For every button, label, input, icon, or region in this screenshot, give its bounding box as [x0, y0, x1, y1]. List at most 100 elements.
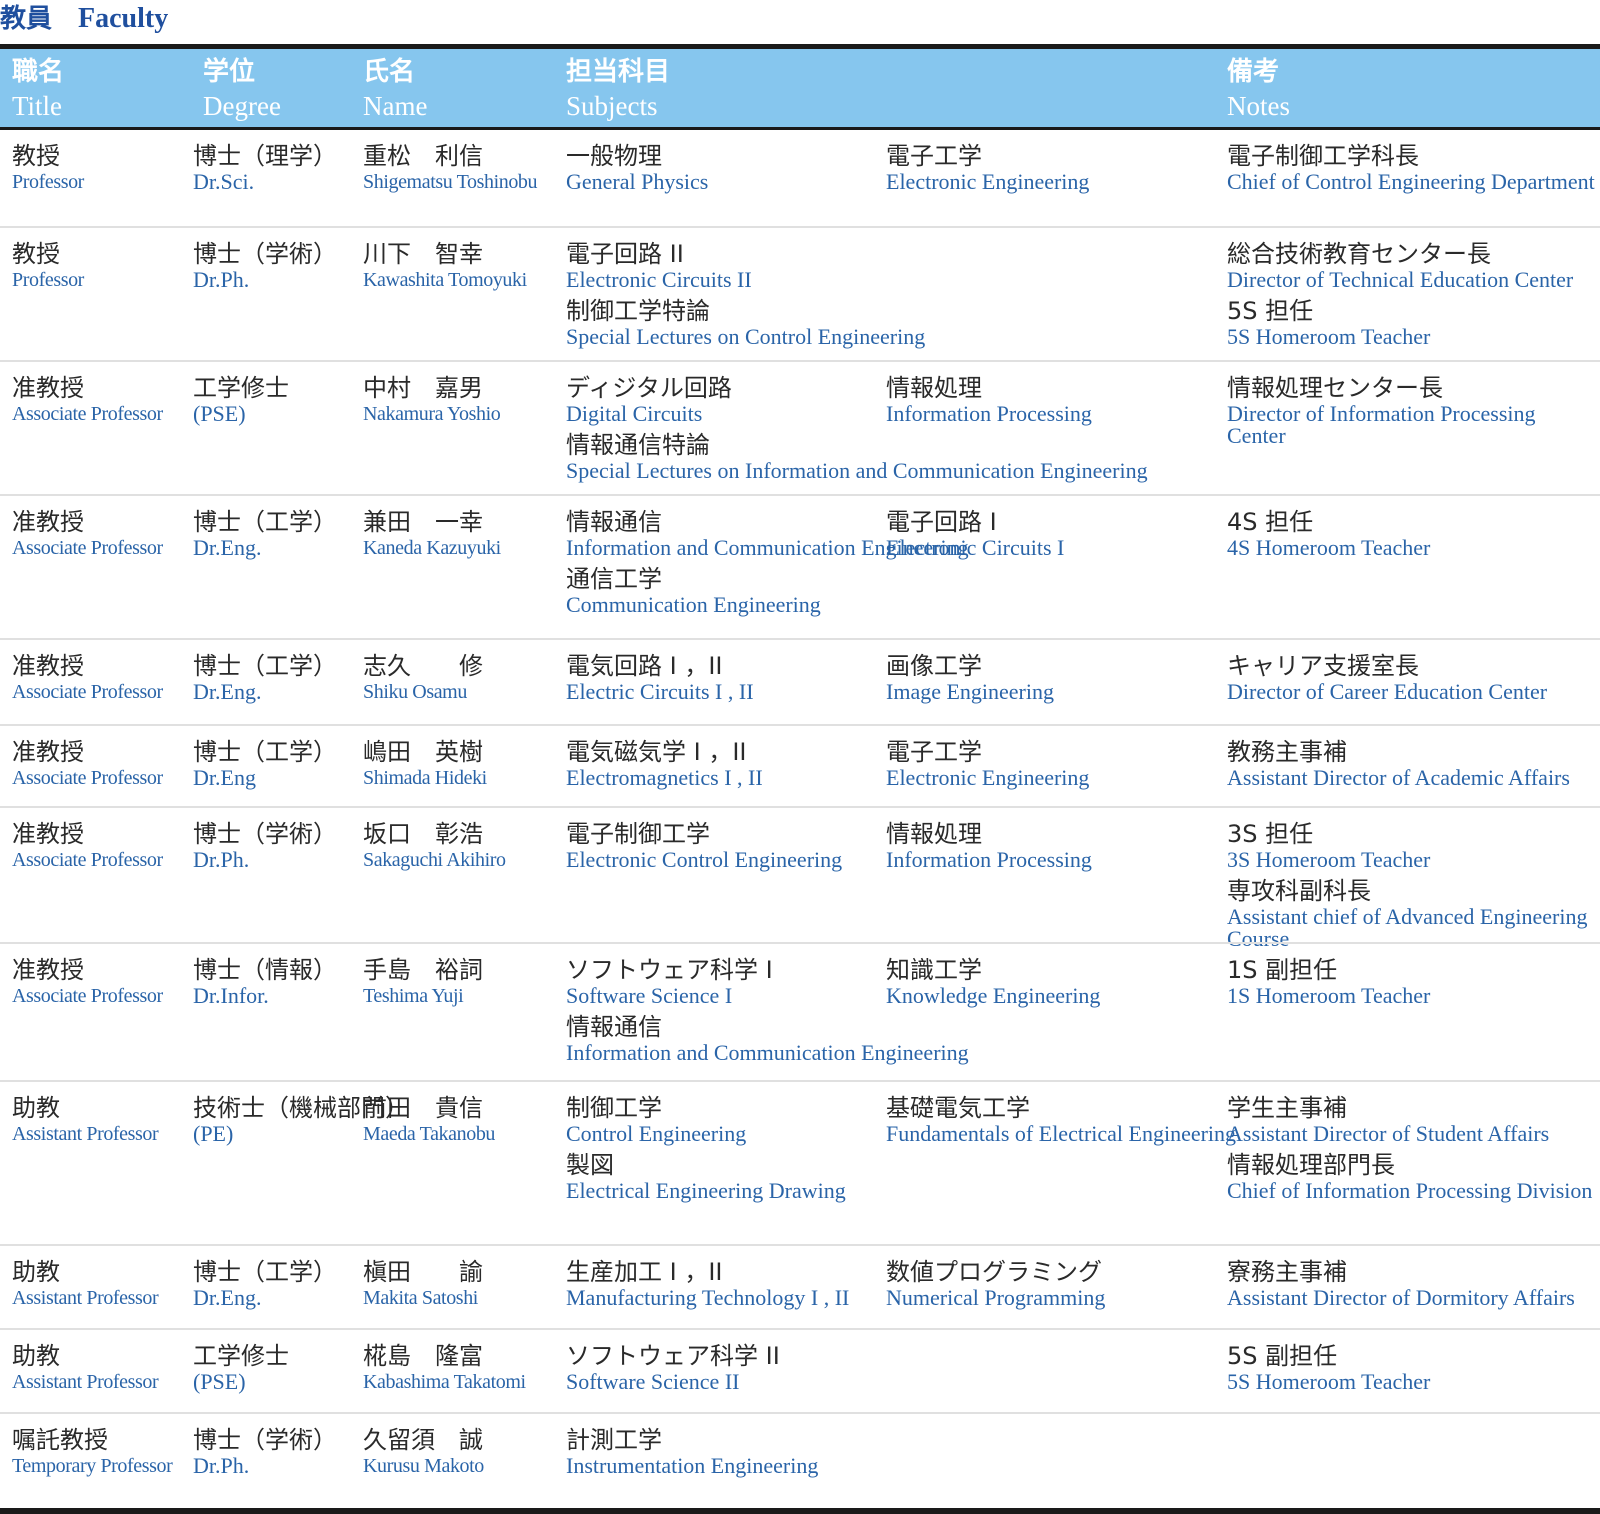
title-cell: 准教授 Associate Professor	[12, 738, 163, 795]
label-en: Electronic Engineering	[886, 765, 1090, 790]
label-en: Maeda Takanobu	[363, 1123, 496, 1145]
name-cell: 椛島 隆富 Kabashima Takatomi	[363, 1342, 526, 1399]
table-row: 准教授 Associate Professor 工学修士 (PSE) 中村 嘉男 Naka…	[0, 362, 1600, 496]
text-pair: 准教授 Associate Professor	[12, 738, 163, 789]
label-en: Director of Technical Education Center	[1227, 267, 1574, 292]
subjects-cell-right: 数値プログラミング Numerical Programming	[886, 1258, 1105, 1315]
header-jp: 備考	[1227, 57, 1280, 87]
label-jp: 准教授	[12, 374, 84, 402]
text-pair: 槇田 諭 Makita Satoshi	[363, 1258, 483, 1309]
label-jp: 教務主事補	[1227, 738, 1347, 766]
label-en: Associate Professor	[12, 767, 163, 789]
label-en: Assistant Director of Student Affairs	[1227, 1121, 1550, 1146]
text-pair: 川下 智幸 Kawashita Tomoyuki	[363, 240, 527, 291]
name-cell: 重松 利信 Shigematsu Toshinobu	[363, 142, 538, 199]
text-pair: 情報処理 Information Processing	[886, 374, 1092, 425]
name-cell: 中村 嘉男 Nakamura Yoshio	[363, 374, 501, 431]
text-pair: 通信工学 Communication Engineering	[566, 565, 969, 616]
text-pair: 博士（学術） Dr.Ph.	[193, 1426, 337, 1477]
text-pair: 知識工学 Knowledge Engineering	[886, 956, 1100, 1007]
label-en: Sakaguchi Akihiro	[363, 849, 506, 871]
header-en: Title	[12, 91, 63, 121]
text-pair: 製図 Electrical Engineering Drawing	[566, 1151, 846, 1202]
label-en: Teshima Yuji	[363, 985, 464, 1007]
text-pair: 中村 嘉男 Nakamura Yoshio	[363, 374, 501, 425]
degree-cell: 博士（学術） Dr.Ph.	[193, 820, 337, 877]
text-pair: 助教 Assistant Professor	[12, 1094, 159, 1145]
text-pair: 准教授 Associate Professor	[12, 820, 163, 871]
text-pair: 情報通信 Information and Communication Engine…	[566, 1013, 969, 1064]
label-en: Control Engineering	[566, 1121, 747, 1146]
degree-cell: 博士（工学） Dr.Eng	[193, 738, 337, 795]
notes-cell: 寮務主事補 Assistant Director of Dormitory Aff…	[1227, 1258, 1597, 1315]
label-jp: 電子工学	[886, 142, 982, 170]
title-cell: 助教 Assistant Professor	[12, 1342, 159, 1399]
text-pair: 前田 貴信 Maeda Takanobu	[363, 1094, 495, 1145]
table-row: 准教授 Associate Professor 博士（学術） Dr.Ph. 坂口 彰浩 S…	[0, 808, 1600, 950]
label-en: Fundamentals of Electrical Engineering	[886, 1121, 1237, 1146]
label-en: General Physics	[566, 169, 709, 194]
text-pair: 博士（工学） Dr.Eng	[193, 738, 337, 789]
text-pair: 情報処理部門長 Chief of Information Processing D…	[1227, 1151, 1597, 1202]
degree-cell: 博士（工学） Dr.Eng.	[193, 508, 337, 565]
notes-cell: 1S 副担任 1S Homeroom Teacher	[1227, 956, 1597, 1013]
header-name: 氏名 Name	[363, 55, 427, 123]
label-en: Electronic Circuits II	[566, 267, 752, 292]
text-pair: 助教 Assistant Professor	[12, 1258, 159, 1309]
text-pair: 4S 担任 4S Homeroom Teacher	[1227, 508, 1597, 559]
text-pair: 重松 利信 Shigematsu Toshinobu	[363, 142, 538, 193]
label-jp: ソフトウェア科学 II	[566, 1342, 780, 1370]
text-pair: 基礎電気工学 Fundamentals of Electrical Enginee…	[886, 1094, 1236, 1145]
label-en: Dr.Eng.	[193, 679, 262, 704]
label-jp: 槇田 諭	[363, 1258, 483, 1286]
label-jp: 制御工学特論	[566, 297, 710, 325]
label-jp: 生産加工 I ，II	[566, 1258, 723, 1286]
label-en: Software Science II	[566, 1369, 740, 1394]
label-jp: 基礎電気工学	[886, 1094, 1030, 1122]
label-en: Kaneda Kazuyuki	[363, 537, 501, 559]
label-en: Electrical Engineering Drawing	[566, 1178, 846, 1203]
label-jp: 電気回路 I ，II	[566, 652, 723, 680]
title-cell: 助教 Assistant Professor	[12, 1094, 159, 1151]
label-jp: 中村 嘉男	[363, 374, 483, 402]
text-pair: 情報処理センター長 Director of Information Process…	[1227, 374, 1597, 447]
label-en: Electromagnetics I , II	[566, 765, 763, 790]
label-en: Director of Career Education Center	[1227, 679, 1548, 704]
label-jp: 准教授	[12, 508, 84, 536]
text-pair: 久留須 誠 Kurusu Makoto	[363, 1426, 484, 1477]
name-cell: 槇田 諭 Makita Satoshi	[363, 1258, 483, 1315]
label-jp: 前田 貴信	[363, 1094, 483, 1122]
label-en: Associate Professor	[12, 681, 163, 703]
label-en: Kabashima Takatomi	[363, 1371, 526, 1393]
degree-cell: 工学修士 (PSE)	[193, 374, 289, 431]
header-en: Notes	[1227, 91, 1290, 121]
label-jp: 情報通信特論	[566, 431, 710, 459]
name-cell: 川下 智幸 Kawashita Tomoyuki	[363, 240, 527, 297]
notes-cell: 3S 担任 3S Homeroom Teacher 専攻科副科長 Assistant …	[1227, 820, 1597, 956]
label-en: Makita Satoshi	[363, 1287, 478, 1309]
subjects-cell-right: 電子工学 Electronic Engineering	[886, 142, 1089, 199]
label-en: Associate Professor	[12, 985, 163, 1007]
label-en: 5S Homeroom Teacher	[1227, 1369, 1431, 1394]
degree-cell: 博士（工学） Dr.Eng.	[193, 1258, 337, 1315]
text-pair: 電子工学 Electronic Engineering	[886, 738, 1089, 789]
subjects-cell-left: 生産加工 I ，II Manufacturing Technology I , I…	[566, 1258, 849, 1315]
label-en: Associate Professor	[12, 849, 163, 871]
subjects-cell-left: 電子回路 II Electronic Circuits II 制御工学特論 Speci…	[566, 240, 925, 354]
label-en: Shiku Osamu	[363, 681, 467, 703]
label-jp: 情報処理センター長	[1227, 374, 1443, 402]
label-jp: 椛島 隆富	[363, 1342, 483, 1370]
notes-cell: キャリア支援室長 Director of Career Education Cen…	[1227, 652, 1597, 709]
label-jp: 情報通信	[566, 1013, 662, 1041]
label-jp: 情報処理部門長	[1227, 1151, 1395, 1179]
notes-cell: 総合技術教育センター長 Director of Technical Educati…	[1227, 240, 1597, 354]
text-pair: 1S 副担任 1S Homeroom Teacher	[1227, 956, 1597, 1007]
label-jp: 制御工学	[566, 1094, 662, 1122]
subjects-cell-left: 電子制御工学 Electronic Control Engineering	[566, 820, 842, 877]
label-jp: 電子回路 I	[886, 508, 997, 536]
subjects-cell-right: 画像工学 Image Engineering	[886, 652, 1054, 709]
subjects-cell-right: 電子工学 Electronic Engineering	[886, 738, 1089, 795]
label-jp: 専攻科副科長	[1227, 877, 1371, 905]
text-pair: 5S 担任 5S Homeroom Teacher	[1227, 297, 1597, 348]
subjects-cell-right: 情報処理 Information Processing	[886, 820, 1092, 877]
